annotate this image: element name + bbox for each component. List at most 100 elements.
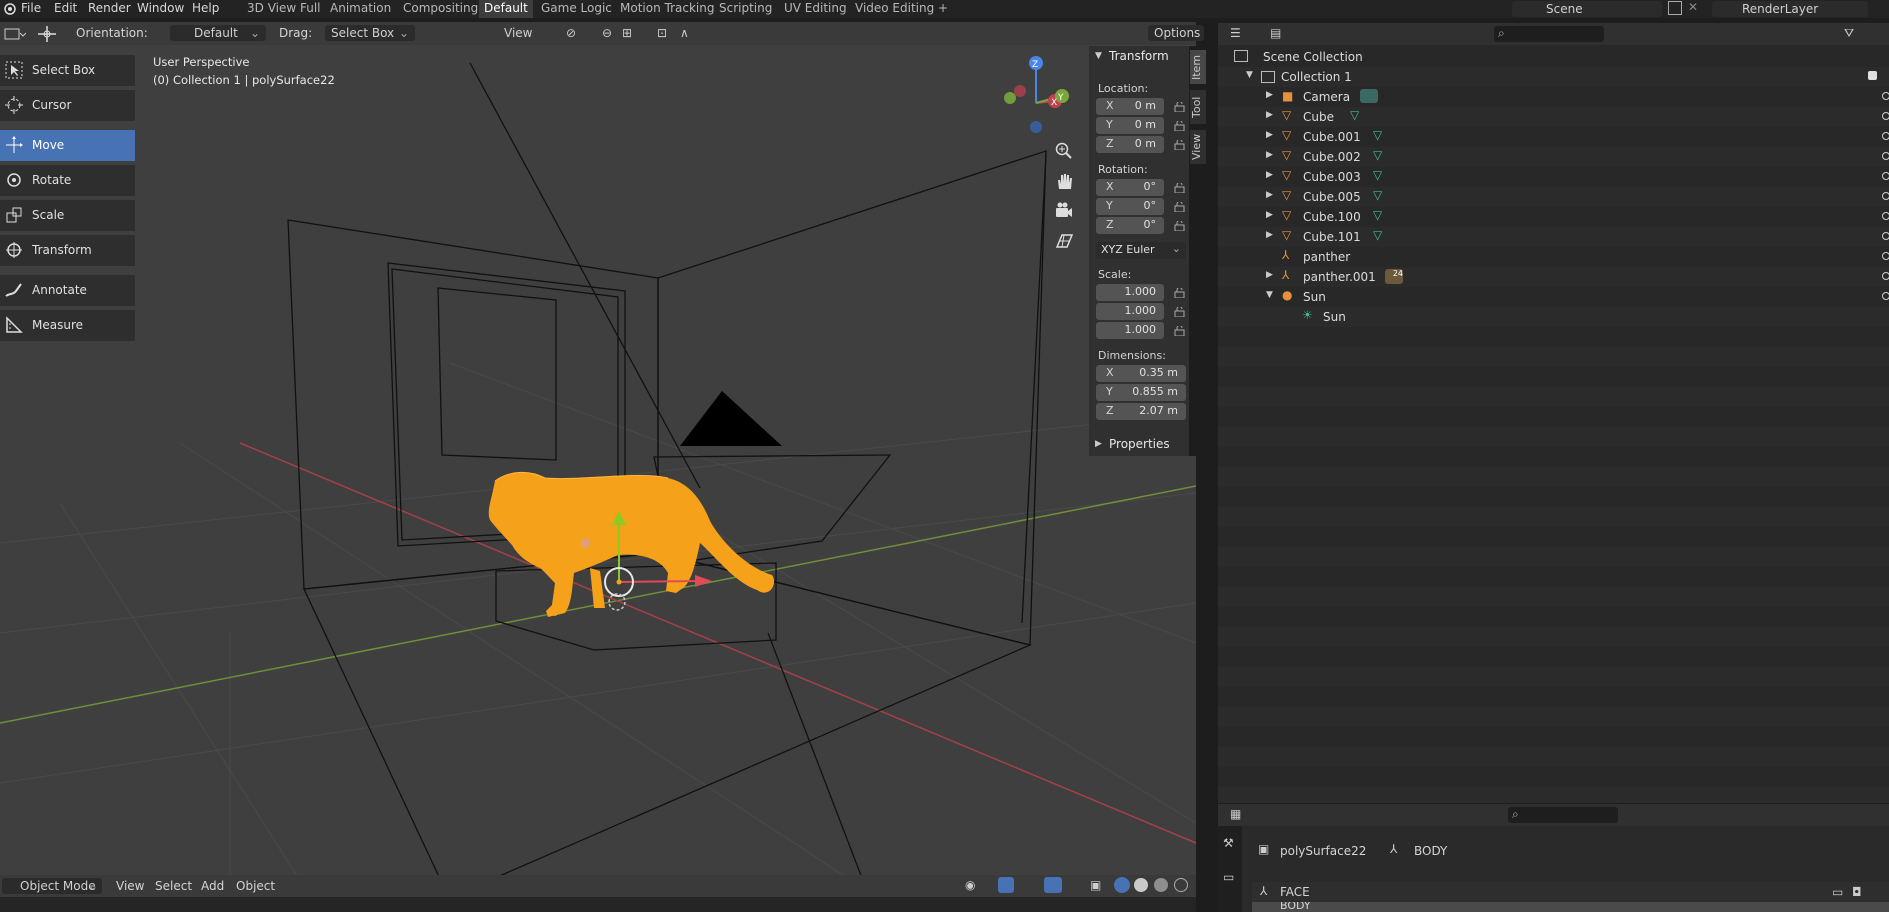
overlay-toggle-icon[interactable]: [1044, 877, 1062, 893]
tab-tool[interactable]: Tool: [1190, 90, 1206, 124]
tool-transform[interactable]: Transform: [0, 235, 135, 266]
menu-add[interactable]: Add: [201, 879, 224, 893]
navigation-gizmo[interactable]: Z X Y: [996, 53, 1076, 133]
add-workspace-button[interactable]: +: [933, 0, 953, 18]
tool-measure[interactable]: Measure: [0, 310, 135, 341]
eye-icon[interactable]: [1882, 92, 1889, 100]
eye-icon[interactable]: [1882, 192, 1889, 200]
outliner-row-scene-collection[interactable]: Scene Collection: [1218, 47, 1889, 67]
checkbox-icon[interactable]: [1868, 71, 1877, 80]
render-layer-selector[interactable]: RenderLayer: [1712, 1, 1868, 17]
copy-scene-icon[interactable]: [1668, 1, 1682, 15]
rotation-mode-dropdown[interactable]: XYZ Euler ⌄: [1096, 242, 1186, 259]
grid-view-icon[interactable]: [1054, 231, 1074, 251]
scene-selector[interactable]: Scene: [1512, 1, 1662, 17]
rotation-x-field[interactable]: X 0°: [1096, 179, 1164, 196]
expand-arrow-icon[interactable]: ▼: [1266, 290, 1273, 300]
expand-arrow-icon[interactable]: ▶: [1266, 230, 1273, 240]
menu-view[interactable]: View: [116, 879, 144, 893]
rotation-z-field[interactable]: Z 0°: [1096, 217, 1164, 234]
breadcrumb-armature[interactable]: BODY: [1414, 844, 1447, 858]
lock-icon[interactable]: [1174, 288, 1186, 298]
dimensions-y-field[interactable]: Y 0.855 m: [1096, 384, 1186, 401]
zoom-icon[interactable]: [1054, 141, 1074, 161]
lock-icon[interactable]: [1174, 121, 1186, 131]
lock-icon[interactable]: [1174, 307, 1186, 317]
rendered-shading-icon[interactable]: [1174, 878, 1188, 892]
render-icon[interactable]: ▭: [1223, 870, 1234, 884]
snap-target-icon[interactable]: ⊞: [622, 26, 632, 40]
tab-motion-tracking[interactable]: Motion Tracking: [615, 0, 719, 18]
eye-icon[interactable]: [1882, 132, 1889, 140]
eye-icon[interactable]: [1882, 252, 1889, 260]
monitor-icon[interactable]: ▭: [1832, 885, 1843, 899]
xray-toggle-icon[interactable]: ▣: [1090, 878, 1101, 892]
editor-type-icon[interactable]: ▦: [1230, 807, 1241, 821]
menu-window[interactable]: Window: [137, 0, 184, 18]
scale-y-field[interactable]: 1.000: [1096, 303, 1164, 320]
location-y-field[interactable]: Y 0 m: [1096, 117, 1164, 134]
tab-scripting[interactable]: Scripting: [714, 0, 777, 18]
eye-icon[interactable]: [1882, 172, 1889, 180]
expand-arrow-icon[interactable]: ▶: [1266, 130, 1273, 140]
rotation-y-field[interactable]: Y 0°: [1096, 198, 1164, 215]
orientation-dropdown[interactable]: Default ⌄: [170, 25, 266, 41]
tab-default[interactable]: Default: [479, 0, 533, 18]
options-dropdown[interactable]: Options: [1148, 25, 1204, 41]
menu-select[interactable]: Select: [155, 879, 192, 893]
outliner-row-cube-100[interactable]: ▶ ▽ Cube.100 ▽: [1218, 207, 1889, 227]
wireframe-shading-icon[interactable]: [1114, 877, 1130, 893]
menu-edit[interactable]: Edit: [54, 0, 77, 18]
properties-header[interactable]: Properties: [1109, 437, 1170, 451]
eye-icon[interactable]: [1882, 292, 1889, 300]
camera-icon[interactable]: ◘: [1852, 885, 1862, 899]
outliner-row-panther[interactable]: ⅄ panther: [1218, 247, 1889, 267]
expand-arrow-icon[interactable]: ▶: [1266, 170, 1273, 180]
display-mode-icon[interactable]: ☰: [1230, 26, 1241, 40]
menu-file[interactable]: File: [21, 0, 41, 18]
eye-icon[interactable]: [1882, 272, 1889, 280]
menu-object[interactable]: Object: [236, 879, 275, 893]
outliner-row-sun[interactable]: ▼ ● Sun: [1218, 287, 1889, 307]
outliner-row-cube-005[interactable]: ▶ ▽ Cube.005 ▽: [1218, 187, 1889, 207]
outliner-search-input[interactable]: ⌕: [1494, 26, 1604, 42]
expand-triangle-icon[interactable]: ▶: [1095, 439, 1102, 449]
blender-logo-icon[interactable]: [3, 2, 17, 16]
expand-arrow-icon[interactable]: ▶: [1266, 150, 1273, 160]
outliner-row-cube-001[interactable]: ▶ ▽ Cube.001 ▽: [1218, 127, 1889, 147]
tab-uv-editing[interactable]: UV Editing: [779, 0, 852, 18]
tool-scale[interactable]: Scale: [0, 200, 135, 231]
tool-rotate[interactable]: Rotate: [0, 165, 135, 196]
bone-list-row-selected[interactable]: BODY: [1252, 902, 1889, 912]
scale-z-field[interactable]: 1.000: [1096, 322, 1164, 339]
tool-cursor[interactable]: Cursor: [0, 90, 135, 121]
tool-settings-icon[interactable]: ⚒: [1223, 836, 1234, 850]
tab-compositing[interactable]: Compositing: [398, 0, 483, 18]
collapse-triangle-icon[interactable]: ▼: [1095, 51, 1102, 61]
editor-type-icon[interactable]: [4, 26, 26, 42]
lock-icon[interactable]: [1174, 183, 1186, 193]
tab-video-editing[interactable]: Video Editing: [850, 0, 939, 18]
outliner-row-panther-001[interactable]: ▶ ⅄ panther.001 24: [1218, 267, 1889, 287]
outliner-row-cube-002[interactable]: ▶ ▽ Cube.002 ▽: [1218, 147, 1889, 167]
breadcrumb-object[interactable]: polySurface22: [1280, 844, 1366, 858]
eye-icon[interactable]: [1882, 152, 1889, 160]
camera-view-icon[interactable]: [1054, 201, 1074, 221]
location-z-field[interactable]: Z 0 m: [1096, 136, 1164, 153]
tool-move[interactable]: Move: [0, 130, 135, 161]
solid-shading-icon[interactable]: [1134, 878, 1148, 892]
eye-icon[interactable]: [1882, 212, 1889, 220]
transform-header[interactable]: Transform: [1109, 49, 1169, 63]
outliner-row-cube-003[interactable]: ▶ ▽ Cube.003 ▽: [1218, 167, 1889, 187]
pan-hand-icon[interactable]: [1054, 171, 1074, 191]
material-shading-icon[interactable]: [1154, 878, 1168, 892]
outliner-row-cube-101[interactable]: ▶ ▽ Cube.101 ▽: [1218, 227, 1889, 247]
expand-arrow-icon[interactable]: ▶: [1266, 210, 1273, 220]
tab-animation[interactable]: Animation: [325, 0, 396, 18]
tool-select-box[interactable]: Select Box: [0, 55, 135, 86]
tab-game-logic[interactable]: Game Logic: [536, 0, 617, 18]
snap-icon[interactable]: ⊖: [602, 26, 612, 40]
move-tool-icon[interactable]: [36, 24, 58, 44]
drag-dropdown[interactable]: Select Box ⌄: [325, 25, 415, 41]
tab-item[interactable]: Item: [1190, 50, 1206, 84]
